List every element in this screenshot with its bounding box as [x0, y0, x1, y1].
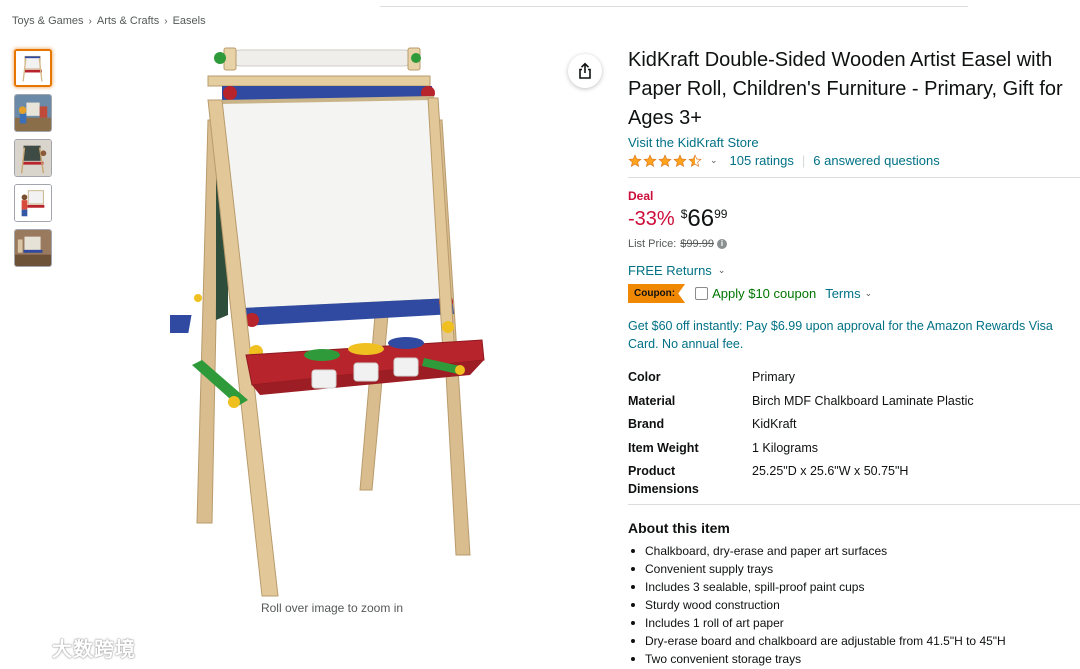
- about-bullet-list: Chalkboard, dry-erase and paper art surf…: [628, 542, 1080, 668]
- spec-label: Product Dimensions: [628, 464, 699, 496]
- spec-row: Product Dimensions 25.25"D x 25.6"W x 50.…: [628, 462, 1080, 498]
- rewards-card-promo[interactable]: Get $60 off instantly: Pay $6.99 upon ap…: [628, 317, 1073, 353]
- divider: [628, 503, 1080, 505]
- about-bullet-item: Includes 1 roll of art paper: [628, 614, 1080, 632]
- divider: [628, 177, 1080, 178]
- easel-lifestyle-thumbnail[interactable]: [14, 94, 52, 132]
- ratings-count-link[interactable]: 105 ratings: [730, 153, 794, 168]
- answered-questions-link[interactable]: 6 answered questions: [813, 153, 939, 168]
- chevron-down-icon[interactable]: ⌄: [710, 155, 718, 166]
- coupon-apply-label[interactable]: Apply $10 coupon: [712, 286, 816, 301]
- product-info: KidKraft Double-Sided Wooden Artist Ease…: [628, 46, 1080, 668]
- list-price: List Price: $99.99 i: [628, 238, 1080, 250]
- breadcrumb-item-toys-games[interactable]: Toys & Games: [12, 15, 84, 27]
- watermark-text: 大数跨境: [52, 639, 136, 661]
- chevron-down-icon: ⌄: [864, 288, 873, 298]
- coupon-terms[interactable]: Terms ⌄: [825, 286, 872, 301]
- coupon-badge: Coupon:: [628, 284, 686, 303]
- discount-percent: -33%: [628, 208, 675, 230]
- spec-row: Brand KidKraft: [628, 415, 1080, 433]
- easel-illustration: [128, 47, 485, 597]
- zoom-hint: Roll over image to zoom in: [260, 601, 404, 615]
- rating-row: ⌄ 105 ratings | 6 answered questions: [628, 153, 1080, 168]
- star-icon: [658, 153, 672, 167]
- star-icon: [688, 153, 702, 167]
- about-bullet-item: Sturdy wood construction: [628, 596, 1080, 614]
- about-heading: About this item: [628, 519, 730, 536]
- watermark: 大数跨境: [8, 633, 136, 662]
- separator: |: [801, 153, 806, 168]
- about-bullet-item: Includes 3 sealable, spill-proof paint c…: [628, 578, 1080, 596]
- spec-row: Item Weight 1 Kilograms: [628, 439, 1080, 457]
- price-fraction: 99: [714, 207, 728, 221]
- price-currency: $: [680, 207, 688, 221]
- store-link[interactable]: Visit the KidKraft Store: [628, 135, 1080, 150]
- chevron-down-icon: ⌄: [717, 265, 726, 275]
- coupon-row: Coupon: Apply $10 coupon Terms ⌄: [628, 284, 1080, 303]
- breadcrumb-separator: ›: [164, 15, 168, 27]
- star-rating[interactable]: [628, 153, 702, 168]
- easel-front-thumbnail[interactable]: [14, 49, 52, 87]
- price-row: -33% $ 66 99: [628, 206, 1080, 232]
- free-returns-label: FREE Returns: [628, 263, 712, 278]
- product-main-image[interactable]: [128, 40, 500, 605]
- about-bullet-item: Dry-erase board and chalkboard are adjus…: [628, 632, 1080, 650]
- about-bullet-item: Convenient supply trays: [628, 560, 1080, 578]
- spec-value: Primary: [752, 370, 796, 384]
- price-whole: 66: [687, 205, 715, 232]
- spec-label: Item Weight: [628, 440, 699, 455]
- easel-child-thumbnail[interactable]: [14, 184, 52, 222]
- info-icon[interactable]: i: [716, 239, 727, 249]
- star-icon: [643, 153, 657, 167]
- spec-label: Color: [628, 370, 661, 384]
- easel-room-thumbnail[interactable]: [14, 229, 52, 267]
- star-icon: [673, 153, 687, 167]
- spec-label: Brand: [628, 417, 665, 431]
- star-icon: [628, 153, 642, 167]
- about-bullet-item: Two convenient storage trays: [628, 650, 1080, 668]
- coupon-terms-label: Terms: [825, 286, 861, 301]
- breadcrumb-item-arts-crafts[interactable]: Arts & Crafts: [97, 15, 159, 27]
- breadcrumb-separator: ›: [88, 15, 92, 27]
- list-price-value: $99.99: [680, 238, 714, 250]
- share-button[interactable]: [568, 54, 602, 88]
- thumbnail-list: [14, 49, 52, 267]
- spec-value: 1 Kilograms: [752, 440, 818, 455]
- watermark-logo-icon: [9, 638, 45, 657]
- spec-row: Material Birch MDF Chalkboard Laminate Pl…: [628, 392, 1080, 410]
- coupon-checkbox[interactable]: [695, 287, 709, 300]
- breadcrumb-item-easels[interactable]: Easels: [173, 15, 206, 27]
- spec-value: KidKraft: [752, 417, 797, 431]
- deal-badge: Deal: [628, 189, 654, 203]
- spec-value: 25.25"D x 25.6"W x 50.75"H: [752, 464, 909, 478]
- share-icon: [579, 62, 591, 79]
- spec-row: Color Primary: [628, 368, 1080, 386]
- easel-chalkboard-thumbnail[interactable]: [14, 139, 52, 177]
- about-bullet-item: Chalkboard, dry-erase and paper art surf…: [628, 542, 1080, 560]
- product-specs-table: Color Primary Material Birch MDF Chalkboard…: [628, 368, 1080, 498]
- spec-value: Birch MDF Chalkboard Laminate Plastic: [752, 393, 974, 408]
- list-price-label: List Price:: [628, 238, 677, 250]
- free-returns[interactable]: FREE Returns ⌄: [628, 263, 1080, 278]
- header-divider: [380, 6, 968, 7]
- breadcrumb: Toys & Games › Arts & Crafts › Easels: [12, 15, 206, 27]
- spec-label: Material: [628, 393, 676, 408]
- product-title: KidKraft Double-Sided Wooden Artist Ease…: [628, 49, 1063, 129]
